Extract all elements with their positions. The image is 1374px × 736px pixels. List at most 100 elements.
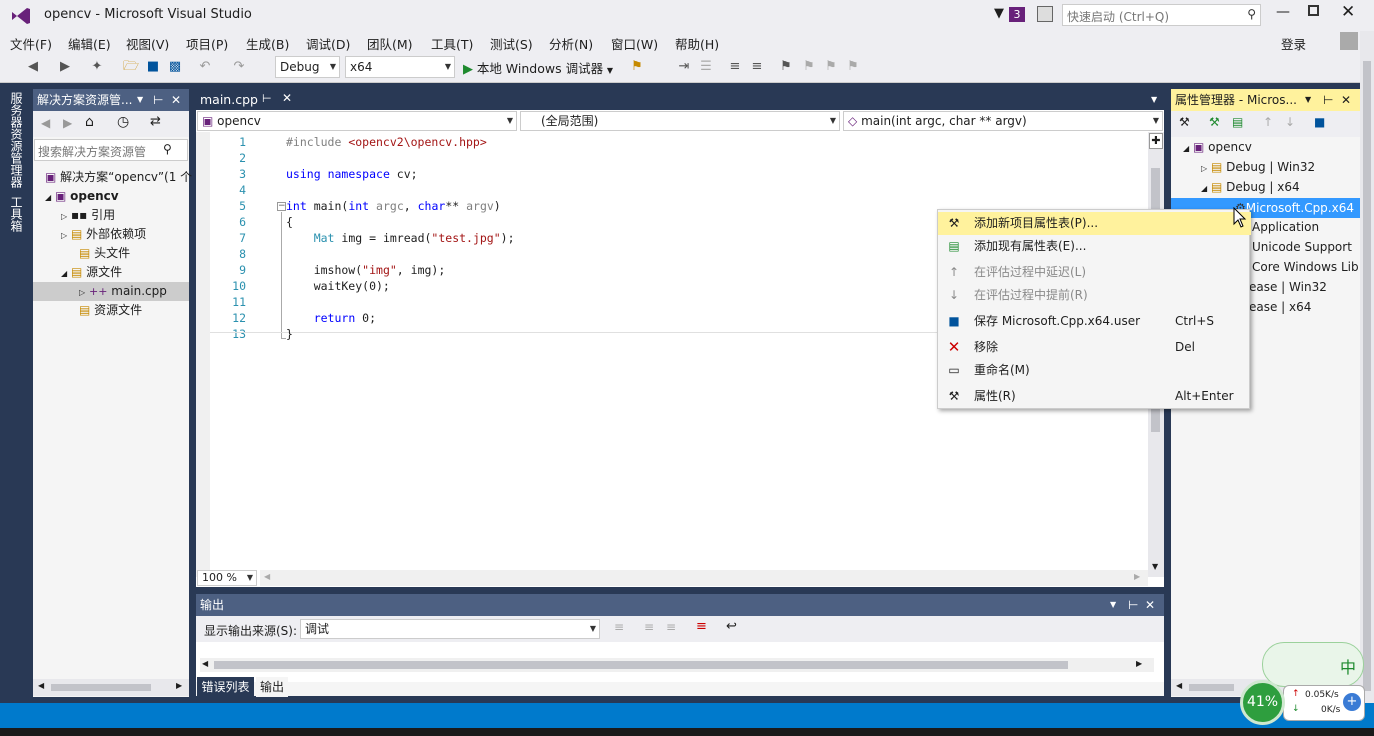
tab-output[interactable]: 输出 (256, 677, 288, 697)
sync-icon[interactable]: ⇄ (150, 114, 161, 129)
back-icon[interactable]: ◀ (24, 58, 42, 76)
nav-project-select[interactable]: ▣ opencv ▼ (197, 111, 517, 131)
editor-hscrollbar[interactable]: ◀ ▶ (260, 570, 1148, 586)
scroll-left-icon[interactable]: ◀ (1176, 681, 1182, 690)
menu-item-move-up[interactable]: ↑ 在评估过程中延迟(L) (938, 261, 1251, 284)
menu-tools[interactable]: 工具(T) (431, 34, 473, 53)
ime-indicator[interactable]: 中 (1340, 654, 1356, 678)
search-icon[interactable]: ⚲ (163, 142, 172, 156)
solution-search-input[interactable]: 搜索解决方案资源管 ⚲ (34, 139, 188, 161)
pm-tree-release-x64[interactable]: ease | x64 (1249, 298, 1311, 317)
tab-list-icon[interactable]: ▼ (1151, 95, 1157, 104)
chevron-down-icon[interactable]: ▼ (1110, 594, 1116, 616)
goto-icon[interactable]: ≡ (614, 620, 624, 634)
scroll-left-icon[interactable]: ◀ (264, 572, 270, 581)
restore-button[interactable] (1308, 5, 1319, 16)
scroll-right-icon[interactable]: ▶ (176, 681, 182, 690)
signin-link[interactable]: 登录 (1281, 34, 1306, 53)
scroll-down-icon[interactable]: ▼ (1152, 562, 1158, 571)
tab-main-cpp[interactable]: main.cpp ⊢ ✕ (196, 89, 301, 110)
memory-usage-ball[interactable]: 41% (1240, 680, 1285, 725)
new-project-icon[interactable]: ✦ (88, 58, 106, 76)
minimize-button[interactable]: — (1276, 4, 1290, 20)
menu-project[interactable]: 项目(P) (186, 34, 228, 53)
back-icon[interactable]: ◀ (41, 116, 50, 130)
feedback-icon[interactable] (1037, 6, 1053, 22)
wrench-icon[interactable]: ⚒ (1179, 115, 1190, 129)
menu-team[interactable]: 团队(M) (367, 34, 413, 53)
menu-item-save[interactable]: ■ 保存 Microsoft.Cpp.x64.user Ctrl+S (938, 310, 1251, 333)
close-icon[interactable]: ✕ (1145, 594, 1155, 616)
scroll-right-icon[interactable]: ▶ (1136, 659, 1142, 668)
filter-icon[interactable]: ▼ (994, 6, 1004, 21)
pm-tree-core-windows-lib[interactable]: Core Windows Lib (1252, 258, 1359, 277)
menu-item-rename[interactable]: ▭ 重命名(M) (938, 359, 1251, 382)
scroll-right-icon[interactable]: ▶ (1134, 572, 1140, 581)
menu-analyze[interactable]: 分析(N) (549, 34, 593, 53)
undo-icon[interactable]: ↶ (196, 58, 214, 76)
close-icon[interactable]: ✕ (1341, 89, 1351, 111)
menu-item-remove[interactable]: ✕ 移除 Del (938, 336, 1251, 359)
pm-tree-opencv[interactable]: ◢ ▣ opencv (1183, 138, 1252, 157)
menu-debug[interactable]: 调试(D) (306, 34, 350, 53)
menu-item-add-new-sheet[interactable]: ⚒ 添加新项目属性表(P)... (938, 212, 1251, 235)
menu-item-add-existing-sheet[interactable]: ▤ 添加现有属性表(E)... (938, 235, 1251, 258)
chevron-down-icon[interactable]: ▼ (137, 89, 143, 111)
tree-item-source-files[interactable]: ◢ ▤ 源文件 (61, 263, 122, 282)
nav-member-select[interactable]: ◇ main(int argc, char ** argv) ▼ (843, 111, 1163, 131)
scroll-thumb[interactable] (1363, 61, 1371, 691)
tree-item-project[interactable]: ◢ ▣ opencv (45, 187, 119, 206)
close-icon[interactable]: ✕ (171, 89, 181, 111)
menu-test[interactable]: 测试(S) (490, 34, 533, 53)
clear-bookmarks-icon[interactable]: ⚑ (844, 58, 862, 76)
nav-scope-select[interactable]: (全局范围) ▼ (520, 111, 840, 131)
pm-tree-cpp-x64-user[interactable]: ⚙Microsoft.Cpp.x64 (1235, 199, 1354, 218)
clear-all-icon[interactable]: ≡ (696, 619, 707, 634)
next-bookmark-icon[interactable]: ⚑ (822, 58, 840, 76)
search-icon[interactable]: ⚲ (1247, 7, 1256, 21)
forward-icon[interactable]: ▶ (56, 58, 74, 76)
move-down-icon[interactable]: ↓ (1285, 115, 1295, 129)
comment-icon[interactable]: ≡ (726, 58, 744, 76)
pin-icon[interactable]: ⊢ (1128, 594, 1138, 616)
scroll-left-icon[interactable]: ◀ (202, 659, 208, 668)
configuration-select[interactable]: Debug ▼ (275, 56, 340, 78)
quick-launch-box[interactable]: 快速启动 (Ctrl+Q) ⚲ (1062, 4, 1261, 26)
menu-edit[interactable]: 编辑(E) (68, 34, 111, 53)
scroll-left-icon[interactable]: ◀ (38, 681, 44, 690)
avatar[interactable] (1340, 32, 1358, 50)
tree-item-solution[interactable]: ▣ 解决方案“opencv”(1 个 (45, 168, 192, 187)
save-all-icon[interactable]: ▩ (166, 58, 184, 76)
pm-tree-debug-win32[interactable]: ▷ ▤ Debug | Win32 (1201, 158, 1315, 177)
tree-item-external-deps[interactable]: ▷ ▤ 外部依赖项 (61, 225, 146, 244)
bookmark-icon[interactable]: ⚑ (777, 58, 795, 76)
uncomment-icon[interactable]: ≡ (748, 58, 766, 76)
close-button[interactable]: ✕ (1341, 2, 1355, 22)
menu-item-move-down[interactable]: ↓ 在评估过程中提前(R) (938, 284, 1251, 307)
output-hscrollbar[interactable]: ◀ ▶ (200, 658, 1154, 672)
word-wrap-icon[interactable]: ↩ (726, 619, 737, 634)
horizontal-scrollbar[interactable]: ◀ ▶ (33, 679, 189, 696)
find-in-files-icon[interactable]: ⚑ (628, 58, 646, 76)
forward-icon[interactable]: ▶ (63, 116, 72, 130)
menu-window[interactable]: 窗口(W) (611, 34, 658, 53)
menu-item-properties[interactable]: ⚒ 属性(R) Alt+Enter (938, 385, 1251, 408)
tree-item-references[interactable]: ▷ ▪▪ 引用 (61, 206, 115, 225)
scroll-thumb[interactable] (214, 661, 1068, 669)
pin-icon[interactable]: ⊢ (262, 92, 272, 105)
tree-item-main-cpp[interactable]: ▷ ++ main.cpp (79, 282, 167, 301)
split-icon[interactable]: ✚ (1149, 133, 1163, 149)
chevron-down-icon[interactable]: ▼ (1305, 89, 1311, 111)
tree-item-resource-files[interactable]: ▤ 资源文件 (79, 301, 142, 320)
next-message-icon[interactable]: ≡ (666, 620, 676, 634)
scroll-thumb[interactable] (51, 684, 151, 691)
zoom-select[interactable]: 100 % ▼ (197, 570, 257, 586)
add-existing-sheet-icon[interactable]: ▤ (1232, 115, 1243, 129)
menu-build[interactable]: 生成(B) (246, 34, 289, 53)
scroll-thumb[interactable] (1189, 684, 1234, 691)
move-up-icon[interactable]: ↑ (1263, 115, 1273, 129)
pm-tree-application[interactable]: Application (1252, 218, 1319, 237)
platform-select[interactable]: x64 ▼ (345, 56, 455, 78)
save-icon[interactable]: ■ (144, 58, 162, 76)
add-new-sheet-icon[interactable]: ⚒ (1209, 115, 1220, 129)
